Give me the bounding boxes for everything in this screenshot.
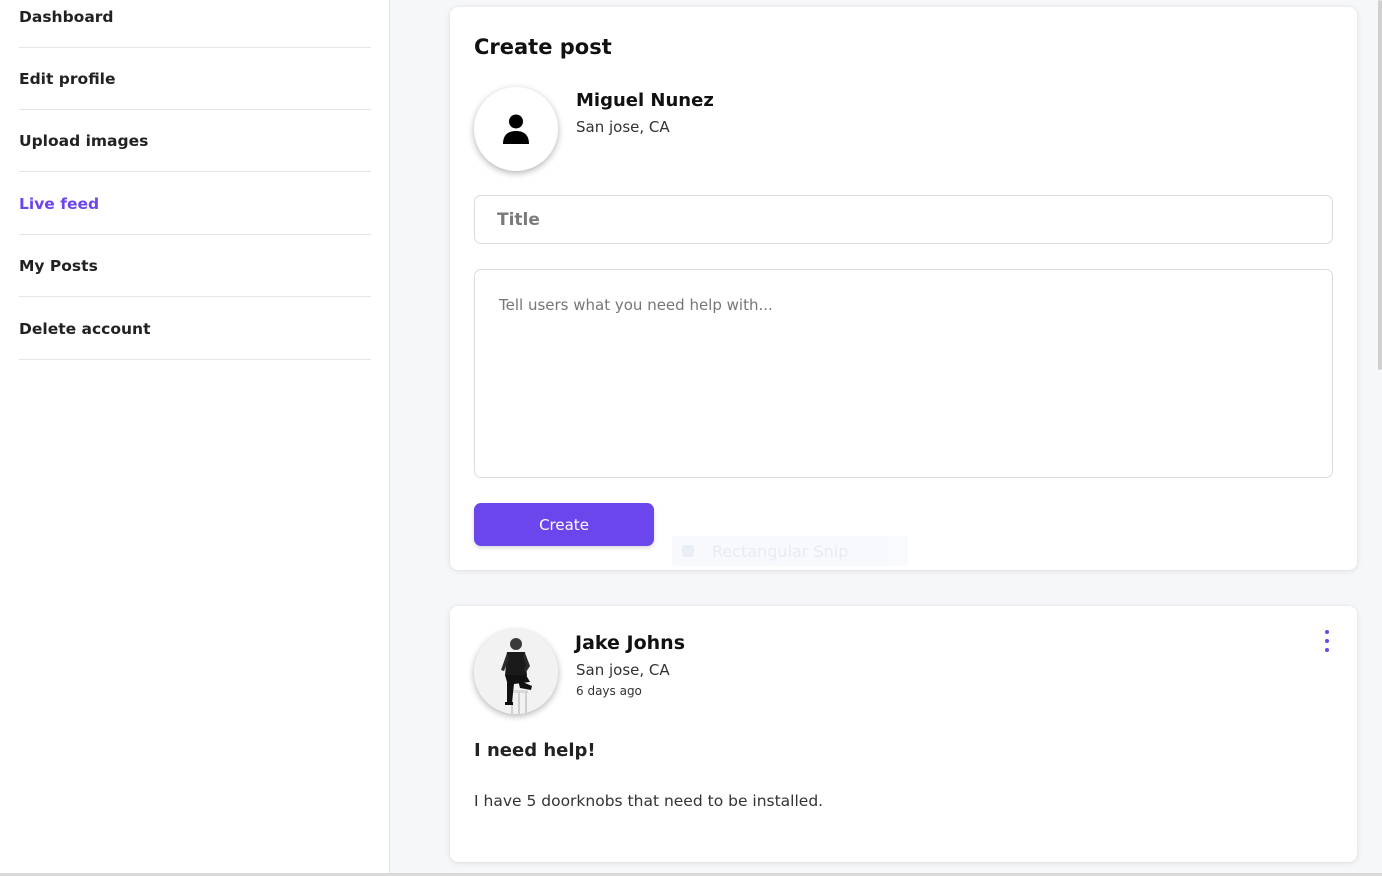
author-name[interactable]: Jake Johns <box>575 632 685 654</box>
avatar <box>474 87 558 171</box>
profile-photo <box>474 630 558 714</box>
author-location: San jose, CA <box>576 661 670 679</box>
post-title: I need help! <box>474 740 596 761</box>
sidebar-item-dashboard[interactable]: Dashboard <box>19 0 371 48</box>
sidebar: Dashboard Edit profile Upload images Liv… <box>0 0 390 876</box>
sidebar-item-label: Edit profile <box>19 69 116 88</box>
vertical-dots-icon[interactable] <box>1321 630 1333 652</box>
sidebar-item-edit-profile[interactable]: Edit profile <box>19 48 371 110</box>
create-post-card: Create post Miguel Nunez San jose, CA Cr… <box>450 7 1357 570</box>
author-location: San jose, CA <box>576 118 670 136</box>
sidebar-item-label: Upload images <box>19 131 149 150</box>
author-name: Miguel Nunez <box>576 90 714 111</box>
scrollbar[interactable] <box>1378 0 1382 370</box>
sidebar-item-upload-images[interactable]: Upload images <box>19 110 371 172</box>
title-input[interactable] <box>474 195 1333 244</box>
sidebar-item-label: Dashboard <box>19 7 114 26</box>
snip-label: Rectangular Snip <box>712 541 849 561</box>
sidebar-item-delete-account[interactable]: Delete account <box>19 298 371 360</box>
sidebar-item-label: Delete account <box>19 319 151 338</box>
feed-post-card: Jake Johns San jose, CA 6 days ago I nee… <box>450 606 1357 862</box>
user-silhouette-icon <box>503 114 529 144</box>
sidebar-item-live-feed[interactable]: Live feed <box>19 173 371 235</box>
sidebar-item-my-posts[interactable]: My Posts <box>19 235 371 297</box>
post-body: I have 5 doorknobs that need to be insta… <box>474 792 824 810</box>
sidebar-item-label: My Posts <box>19 256 98 275</box>
snip-icon <box>682 545 694 557</box>
create-button[interactable]: Create <box>474 503 654 546</box>
avatar[interactable] <box>474 630 558 714</box>
sidebar-item-label: Live feed <box>19 194 100 213</box>
post-timestamp: 6 days ago <box>576 684 642 698</box>
page-title: Create post <box>474 35 612 59</box>
snip-overlay: Rectangular Snip <box>672 536 908 566</box>
description-input[interactable] <box>474 269 1333 478</box>
